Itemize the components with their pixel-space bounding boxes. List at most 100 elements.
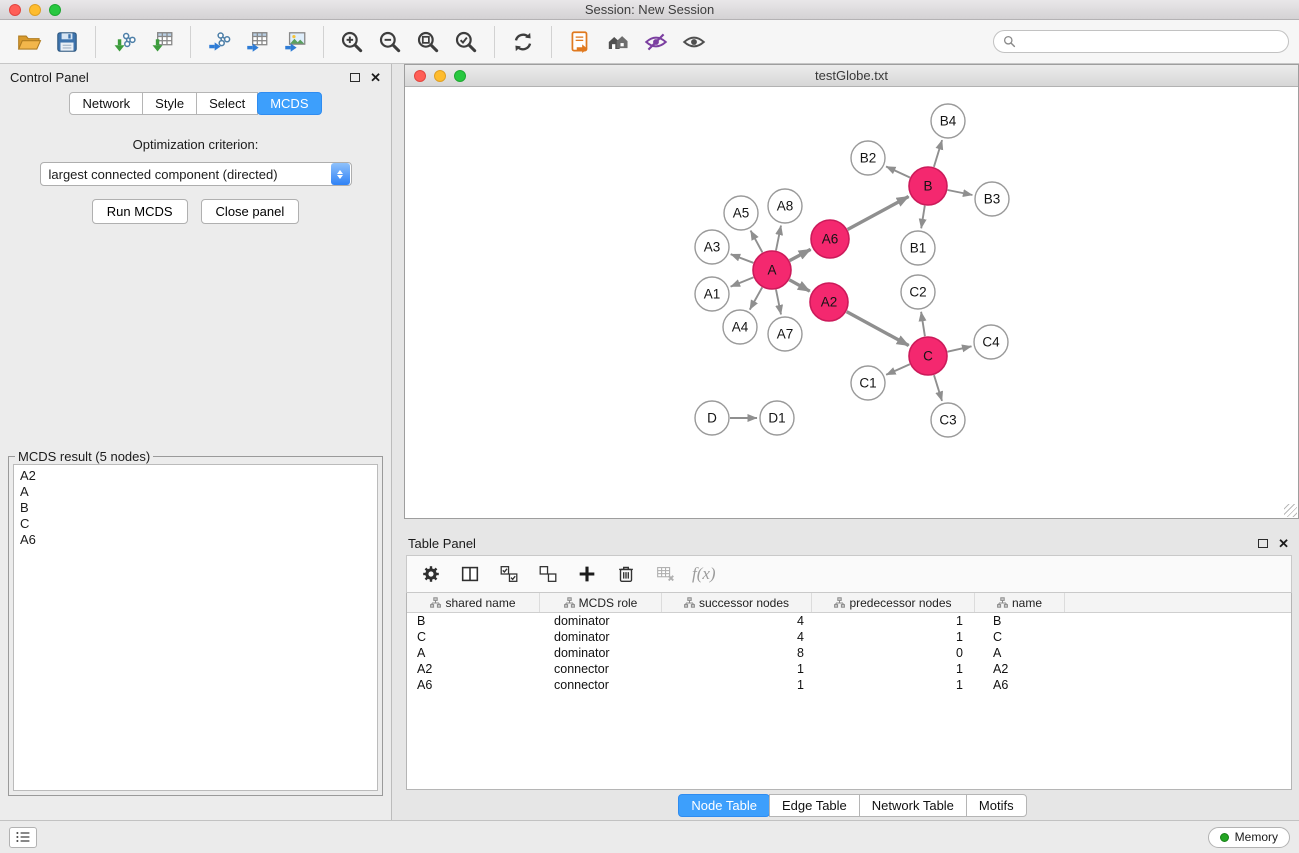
table-tab[interactable]: Node Table <box>678 794 770 817</box>
cell-mcds-role: dominator <box>540 629 662 645</box>
zoom-window-button[interactable] <box>49 4 61 16</box>
control-panel-tab[interactable]: MCDS <box>257 92 321 115</box>
close-window-button[interactable] <box>9 4 21 16</box>
table-tab[interactable]: Motifs <box>966 794 1027 817</box>
table-row[interactable]: A6 connector 1 1 A6 <box>407 677 1291 693</box>
memory-button[interactable]: Memory <box>1208 827 1290 848</box>
criterion-dropdown[interactable]: largest connected component (directed) <box>40 162 352 186</box>
home-icon[interactable] <box>599 25 637 59</box>
graph-node-B3[interactable]: B3 <box>975 182 1009 216</box>
control-panel-tab[interactable]: Network <box>69 92 143 115</box>
graph-node-B[interactable]: B <box>909 167 947 205</box>
graph-node-D1[interactable]: D1 <box>760 401 794 435</box>
zoom-fit-icon[interactable] <box>409 25 447 59</box>
table-panel-header: Table Panel ✕ <box>406 531 1299 555</box>
import-table-icon[interactable] <box>143 25 181 59</box>
table-column-header[interactable]: successor nodes <box>662 593 812 612</box>
delete-icon[interactable] <box>614 562 638 586</box>
mcds-result-item[interactable]: A6 <box>20 532 371 548</box>
zoom-selected-icon[interactable] <box>447 25 485 59</box>
graph-node-C3[interactable]: C3 <box>931 403 965 437</box>
network-graph[interactable]: B4 B2 B B3 A8 A5 A6 A3 B1 A A1 C2 A2 A4 A7 C4 C C1 C3 D D1 <box>405 87 1298 518</box>
delete-table-icon[interactable] <box>653 562 677 586</box>
network-minimize-button[interactable] <box>434 70 446 82</box>
close-panel-icon[interactable]: ✕ <box>370 71 381 84</box>
control-panel-tab[interactable]: Select <box>196 92 258 115</box>
graph-node-A[interactable]: A <box>753 251 791 289</box>
table-column-header[interactable]: predecessor nodes <box>812 593 975 612</box>
control-panel-tab[interactable]: Style <box>142 92 197 115</box>
export-image-icon[interactable] <box>276 25 314 59</box>
table-column-header[interactable]: MCDS role <box>540 593 662 612</box>
table-row[interactable]: B dominator 4 1 B <box>407 613 1291 629</box>
cell-name: A <box>975 645 1065 661</box>
svg-text:A8: A8 <box>777 199 794 214</box>
graph-node-C1[interactable]: C1 <box>851 366 885 400</box>
graph-node-C4[interactable]: C4 <box>974 325 1008 359</box>
mcds-result-list[interactable]: A2ABCA6 <box>13 464 378 791</box>
graph-node-D[interactable]: D <box>695 401 729 435</box>
network-zoom-button[interactable] <box>454 70 466 82</box>
table-tab[interactable]: Network Table <box>859 794 967 817</box>
float-table-panel-icon[interactable] <box>1258 539 1268 548</box>
search-input[interactable] <box>1021 34 1279 49</box>
save-session-icon[interactable] <box>48 25 86 59</box>
svg-text:A2: A2 <box>821 295 838 310</box>
graph-node-A2[interactable]: A2 <box>810 283 848 321</box>
mcds-result-item[interactable]: A2 <box>20 468 371 484</box>
task-history-button[interactable] <box>9 827 37 848</box>
network-window-titlebar[interactable]: testGlobe.txt <box>405 65 1298 87</box>
graph-node-A6[interactable]: A6 <box>811 220 849 258</box>
table-row[interactable]: A2 connector 1 1 A2 <box>407 661 1291 677</box>
graph-node-C[interactable]: C <box>909 337 947 375</box>
select-all-icon[interactable] <box>497 562 521 586</box>
table-row[interactable]: C dominator 4 1 C <box>407 629 1291 645</box>
mcds-result-item[interactable]: B <box>20 500 371 516</box>
column-view-icon[interactable] <box>458 562 482 586</box>
export-table-icon[interactable] <box>238 25 276 59</box>
close-table-panel-icon[interactable]: ✕ <box>1278 537 1289 550</box>
function-builder-icon[interactable]: f(x) <box>692 564 716 584</box>
resize-grip[interactable] <box>1284 504 1297 517</box>
graph-node-C2[interactable]: C2 <box>901 275 935 309</box>
graph-node-B4[interactable]: B4 <box>931 104 965 138</box>
show-graphics-eye-icon[interactable] <box>675 25 713 59</box>
table-row[interactable]: A dominator 8 0 A <box>407 645 1291 661</box>
graph-node-A8[interactable]: A8 <box>768 189 802 223</box>
graph-node-A3[interactable]: A3 <box>695 230 729 264</box>
graph-node-A7[interactable]: A7 <box>768 317 802 351</box>
toolbar-divider <box>190 26 191 58</box>
graph-node-B1[interactable]: B1 <box>901 231 935 265</box>
network-close-button[interactable] <box>414 70 426 82</box>
table-column-header[interactable]: shared name <box>407 593 540 612</box>
svg-text:B1: B1 <box>910 241 927 256</box>
zoom-out-icon[interactable] <box>371 25 409 59</box>
hide-graphics-eye-icon[interactable] <box>637 25 675 59</box>
deselect-all-icon[interactable] <box>536 562 560 586</box>
network-canvas[interactable]: B4 B2 B B3 A8 A5 A6 A3 B1 A A1 C2 A2 A4 A7 C4 C C1 C3 D D1 <box>405 87 1298 518</box>
gear-icon[interactable] <box>419 562 443 586</box>
first-neighbors-icon[interactable] <box>561 25 599 59</box>
zoom-in-icon[interactable] <box>333 25 371 59</box>
run-mcds-button[interactable]: Run MCDS <box>92 199 188 224</box>
refresh-icon[interactable] <box>504 25 542 59</box>
graph-node-A1[interactable]: A1 <box>695 277 729 311</box>
table-tab[interactable]: Edge Table <box>769 794 860 817</box>
cell-shared-name: A2 <box>407 661 540 677</box>
toolbar-divider <box>494 26 495 58</box>
mcds-result-item[interactable]: A <box>20 484 371 500</box>
search-field[interactable] <box>993 30 1289 53</box>
table-column-header[interactable]: name <box>975 593 1065 612</box>
import-network-icon[interactable] <box>105 25 143 59</box>
export-network-icon[interactable] <box>200 25 238 59</box>
minimize-window-button[interactable] <box>29 4 41 16</box>
table-panel: Table Panel ✕ <box>406 531 1299 820</box>
float-panel-icon[interactable] <box>350 73 360 82</box>
mcds-result-item[interactable]: C <box>20 516 371 532</box>
open-session-icon[interactable] <box>10 25 48 59</box>
close-panel-button[interactable]: Close panel <box>201 199 300 224</box>
graph-node-B2[interactable]: B2 <box>851 141 885 175</box>
graph-node-A4[interactable]: A4 <box>723 310 757 344</box>
add-column-icon[interactable] <box>575 562 599 586</box>
graph-node-A5[interactable]: A5 <box>724 196 758 230</box>
